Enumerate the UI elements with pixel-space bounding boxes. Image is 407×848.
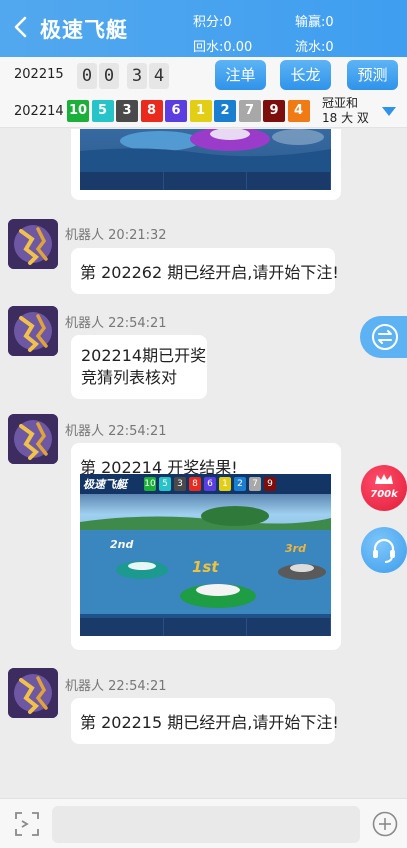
message-meta: 机器人 22:54:21 xyxy=(65,420,167,439)
dropdown-triangle-icon[interactable] xyxy=(381,105,397,117)
predict-button[interactable]: 预测 xyxy=(347,60,398,90)
sender-name: 机器人 xyxy=(65,679,105,694)
robot-avatar-icon xyxy=(8,306,58,356)
message-bubble xyxy=(71,129,341,200)
avatar xyxy=(8,219,58,269)
message-bubble: 第 202215 期已经开启,请开始下注! xyxy=(71,698,339,744)
result-ball: 4 xyxy=(287,100,310,122)
result-ball: 7 xyxy=(238,100,261,122)
last-result-bar[interactable]: 202214 10 5 3 8 6 1 2 7 9 4 冠亚和 18 大 双 xyxy=(0,95,407,128)
shortcut-toggle-icon[interactable] xyxy=(14,811,40,837)
message-input[interactable] xyxy=(52,806,360,843)
race-result-image xyxy=(80,129,331,190)
winloss-label: 输赢:0 xyxy=(295,15,334,30)
last-period: 202214 xyxy=(14,104,64,119)
chat-input-bar xyxy=(0,798,407,848)
first-place-label: 1st xyxy=(192,558,219,576)
message-meta: 机器人 20:21:32 xyxy=(65,224,167,243)
result-summary: 冠亚和 18 大 双 xyxy=(322,96,369,126)
headset-icon xyxy=(373,538,395,563)
countdown-digit: 0 xyxy=(77,63,97,89)
crown-icon xyxy=(375,474,393,484)
race-ball: 10 xyxy=(144,477,156,491)
plus-circle-icon[interactable] xyxy=(372,811,398,837)
back-button[interactable] xyxy=(12,14,30,40)
race-ball: 5 xyxy=(159,477,171,491)
countdown-digit: 3 xyxy=(127,63,147,89)
avatar xyxy=(8,414,58,464)
summary-line: 冠亚和 xyxy=(322,96,359,110)
result-ball: 6 xyxy=(165,100,187,122)
message-bubble: 第 202262 期已经开启,请开始下注! xyxy=(71,248,339,294)
race-logo-text: 极速飞艇 xyxy=(83,478,127,491)
message-text: 202214期已开奖 xyxy=(81,346,207,365)
race-ball: 1 xyxy=(219,477,231,491)
message-bubble: 202214期已开奖 竞猜列表核对 xyxy=(71,335,207,399)
avatar xyxy=(8,306,58,356)
sender-name: 机器人 xyxy=(65,424,105,439)
current-period: 202215 xyxy=(14,67,64,82)
result-ball: 8 xyxy=(140,100,163,122)
message-meta: 机器人 22:54:21 xyxy=(65,312,167,331)
third-place-label: 3rd xyxy=(285,542,306,555)
avatar xyxy=(8,668,58,718)
race-info-strip xyxy=(80,618,331,636)
result-ball: 3 xyxy=(116,100,138,122)
race-ball: 8 xyxy=(189,477,201,491)
red-packet-amount: 700k xyxy=(370,489,398,500)
message-time: 22:54:21 xyxy=(108,316,167,331)
robot-avatar-icon xyxy=(8,414,58,464)
result-ball: 10 xyxy=(67,100,89,122)
countdown-bar: 202215 0 0 : 3 4 注单 长龙 预测 xyxy=(0,57,407,95)
result-ball: 2 xyxy=(214,100,236,122)
message-time: 20:21:32 xyxy=(108,228,167,243)
message-text: 第 202215 期已经开启,请开始下注! xyxy=(80,713,339,732)
top-header: 极速飞艇 积分:0 输赢:0 回水:0.00 流水:0 xyxy=(0,0,407,57)
switch-arrows-icon xyxy=(372,324,398,350)
result-ball: 1 xyxy=(189,100,212,122)
turnover-label: 流水:0 xyxy=(295,40,334,55)
rebate-label: 回水:0.00 xyxy=(193,40,253,55)
message-time: 22:54:21 xyxy=(108,679,167,694)
message-bubble: 第 202214 开奖结果! 极速飞艇 10 5 3 8 6 1 2 7 9 1… xyxy=(71,443,341,650)
message-time: 22:54:21 xyxy=(108,424,167,439)
race-ball: 3 xyxy=(174,477,186,491)
page-title: 极速飞艇 xyxy=(40,18,128,42)
chevron-left-icon xyxy=(14,16,27,38)
message-text: 竞猜列表核对 xyxy=(81,368,178,387)
bet-slip-button[interactable]: 注单 xyxy=(215,60,266,90)
second-place-label: 2nd xyxy=(110,538,134,551)
switch-float-button[interactable] xyxy=(360,316,407,358)
race-info-strip xyxy=(80,172,331,190)
customer-service-button[interactable] xyxy=(361,527,407,573)
sender-name: 机器人 xyxy=(65,228,105,243)
countdown-digit: 0 xyxy=(99,63,119,89)
summary-line: 18 大 双 xyxy=(322,111,369,125)
chat-list[interactable]: 机器人 20:21:32 第 202262 期已经开启,请开始下注! 机器人 2… xyxy=(0,129,407,798)
robot-avatar-icon xyxy=(8,668,58,718)
message-meta: 机器人 22:54:21 xyxy=(65,675,167,694)
sender-name: 机器人 xyxy=(65,316,105,331)
countdown-digit: 4 xyxy=(149,63,169,89)
robot-avatar-icon xyxy=(8,219,58,269)
result-ball: 5 xyxy=(91,100,114,122)
race-ball: 2 xyxy=(234,477,246,491)
race-ball: 7 xyxy=(249,477,261,491)
result-ball: 9 xyxy=(263,100,285,122)
red-packet-button[interactable]: 700k xyxy=(361,465,407,511)
race-ball: 6 xyxy=(204,477,216,491)
message-text: 第 202262 期已经开启,请开始下注! xyxy=(80,263,339,282)
race-ball: 9 xyxy=(264,477,276,491)
race-result-image[interactable]: 极速飞艇 10 5 3 8 6 1 2 7 9 1st 2nd 3rd xyxy=(80,474,331,636)
dragon-button[interactable]: 长龙 xyxy=(280,60,331,90)
points-label: 积分:0 xyxy=(193,15,232,30)
